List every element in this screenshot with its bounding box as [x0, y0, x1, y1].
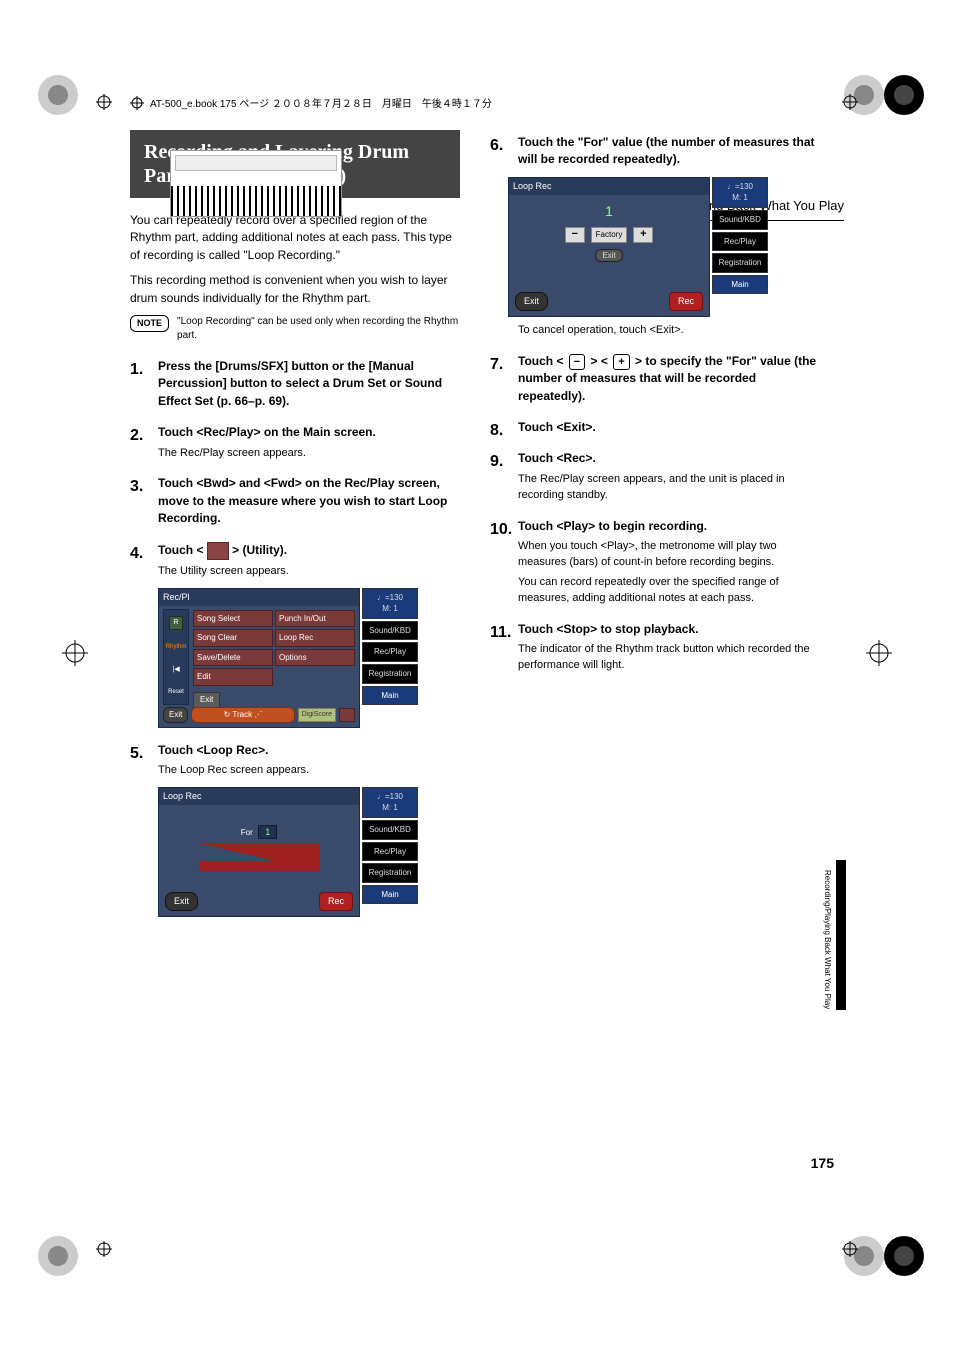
lr1-side-tempo: ♩=130M: 1 [362, 787, 418, 818]
step-2-head: Touch <Rec/Play> on the Main screen. [158, 424, 460, 441]
menu-edit[interactable]: Edit [193, 668, 273, 686]
lr2-factory[interactable]: Factory [591, 227, 628, 243]
side-sound-kbd[interactable]: Sound/KBD [362, 621, 418, 641]
crop-target-bl [96, 1241, 112, 1257]
bottom-track[interactable]: ↻ Track ⋰ [191, 707, 294, 723]
step-5-sub: The Loop Rec screen appears. [158, 763, 460, 779]
lr1-for-label: For [241, 828, 253, 837]
lr1-side-sound[interactable]: Sound/KBD [362, 820, 418, 840]
step-5-head: Touch <Loop Rec>. [158, 742, 460, 759]
lr2-side-sound[interactable]: Sound/KBD [712, 210, 768, 230]
lr2-side-recplay[interactable]: Rec/Play [712, 232, 768, 252]
lr1-title: Loop Rec [159, 788, 359, 805]
crop-target-right [866, 640, 892, 666]
lr2-minus[interactable] [565, 227, 585, 243]
lr2-title: Loop Rec [509, 178, 709, 195]
lr2-exit[interactable]: Exit [515, 292, 548, 311]
lr1-side-recplay[interactable]: Rec/Play [362, 842, 418, 862]
step-9-sub: The Rec/Play screen appears, and the uni… [518, 472, 820, 504]
step-4-head: Touch < > (Utility). [158, 542, 460, 560]
crop-target-left [62, 640, 88, 666]
menu-song-select[interactable]: Song Select [193, 610, 273, 628]
reg-circle-tl [38, 75, 78, 115]
step-2-sub: The Rec/Play screen appears. [158, 446, 460, 462]
cancel-note: To cancel operation, touch <Exit>. [518, 323, 820, 339]
crop-target-tl [96, 94, 112, 110]
side-tab-marker [836, 860, 846, 1010]
looprec-screenshot-1: Loop Rec For 1 Exit Rec [158, 787, 418, 917]
step-10-head: Touch <Play> to begin recording. [518, 518, 820, 535]
intro-paragraph-1: You can repeatedly record over a specifi… [130, 212, 460, 264]
keyboard-illustration [170, 150, 342, 217]
crop-target-tr [842, 94, 858, 110]
ui-title: Rec/Pl [159, 589, 359, 606]
lr1-side-reg[interactable]: Registration [362, 863, 418, 883]
looprec-screenshot-2: Loop Rec 1 Factory Exit Exit [508, 177, 768, 317]
note-text: "Loop Recording" can be used only when r… [177, 315, 460, 344]
side-rec-play[interactable]: Rec/Play [362, 642, 418, 662]
lr2-side-reg[interactable]: Registration [712, 253, 768, 273]
lr2-plus[interactable] [633, 227, 653, 243]
lr1-ramp-graphic [199, 843, 319, 871]
bottom-exit[interactable]: Exit [163, 707, 188, 723]
menu-song-clear[interactable]: Song Clear [193, 629, 273, 647]
step-10-sub1: When you touch <Play>, the metronome wil… [518, 539, 820, 571]
intro-paragraph-2: This recording method is convenient when… [130, 272, 460, 307]
step-7-head: Touch < − > < + > to specify the "For" v… [518, 353, 820, 405]
bottom-digiscore[interactable]: DigiScore [298, 708, 336, 722]
ui-rewind-icon[interactable]: |◀ [172, 665, 179, 675]
menu-punch[interactable]: Punch In/Out [275, 610, 355, 628]
lr2-side-main[interactable]: Main [712, 275, 768, 295]
side-main[interactable]: Main [362, 686, 418, 706]
menu-options[interactable]: Options [275, 649, 355, 667]
step-3-head: Touch <Bwd> and <Fwd> on the Rec/Play sc… [158, 475, 460, 527]
menu-save-delete[interactable]: Save/Delete [193, 649, 273, 667]
step-9-head: Touch <Rec>. [518, 450, 820, 467]
bottom-utility-icon[interactable] [339, 708, 355, 722]
side-tab-text: Recording/Playing Back What You Play [823, 870, 832, 1009]
lr2-side-tempo: ♩=130M: 1 [712, 177, 768, 208]
lr1-rec[interactable]: Rec [319, 892, 353, 911]
ui-left-strip: R Rhythm |◀ Reset [163, 609, 189, 705]
plus-icon: + [613, 354, 629, 370]
step-11-sub: The indicator of the Rhythm track button… [518, 642, 820, 674]
page-number: 175 [811, 1155, 834, 1171]
reg-circle-tr2 [884, 75, 924, 115]
side-registration[interactable]: Registration [362, 664, 418, 684]
print-header: AT-500_e.book 175 ページ ２００８年７月２８日 月曜日 午後４… [130, 95, 492, 110]
minus-icon: − [569, 354, 585, 370]
print-header-text: AT-500_e.book 175 ページ ２００８年７月２８日 月曜日 午後４… [150, 95, 492, 110]
utility-screenshot: Rec/Pl R Rhythm |◀ Reset Song Select Pun… [158, 588, 418, 728]
utility-icon [207, 542, 229, 560]
lr2-rec[interactable]: Rec [669, 292, 703, 311]
crop-target-br [842, 1241, 858, 1257]
menu-loop-rec[interactable]: Loop Rec [275, 629, 355, 647]
step-8-head: Touch <Exit>. [518, 419, 820, 436]
lr1-side-main[interactable]: Main [362, 885, 418, 905]
step-1-head: Press the [Drums/SFX] button or the [Man… [158, 358, 460, 410]
ui-reset-label: Reset [168, 688, 184, 697]
step-10-sub2: You can record repeatedly over the speci… [518, 575, 820, 607]
lr2-inner-exit[interactable]: Exit [595, 249, 622, 262]
step-4-sub: The Utility screen appears. [158, 564, 460, 580]
lr1-exit[interactable]: Exit [165, 892, 198, 911]
side-tempo: ♩=130M: 1 [362, 588, 418, 619]
reg-circle-br2 [884, 1236, 924, 1276]
lr2-for-value[interactable]: 1 [513, 201, 705, 221]
reg-circle-bl [38, 1236, 78, 1276]
lr1-for-value[interactable]: 1 [258, 825, 277, 839]
menu-exit[interactable]: Exit [193, 692, 220, 708]
step-11-head: Touch <Stop> to stop playback. [518, 621, 820, 638]
step-6-head: Touch the "For" value (the number of mea… [518, 134, 820, 169]
ui-r-button[interactable]: R [169, 616, 182, 630]
ui-rhythm-label: Rhythm [166, 643, 187, 652]
note-badge: NOTE [130, 315, 169, 332]
